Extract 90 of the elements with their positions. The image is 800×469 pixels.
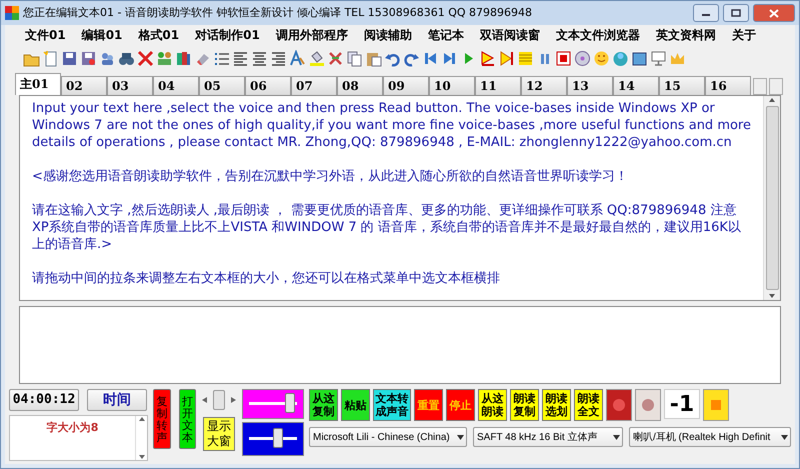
paint-bucket-icon[interactable] xyxy=(308,50,325,66)
menu-item[interactable]: 关于 xyxy=(724,26,764,44)
books-icon[interactable] xyxy=(175,50,192,66)
play-bar-icon[interactable] xyxy=(498,50,515,66)
speech-button[interactable]: 朗读全文 xyxy=(574,389,603,421)
slider[interactable] xyxy=(242,389,304,419)
dropdown[interactable]: SAFT 48 kHz 16 Bit 立体声 xyxy=(473,427,623,447)
maximize-button[interactable] xyxy=(723,4,749,22)
tab[interactable]: 16 xyxy=(705,76,751,95)
copy-icon[interactable] xyxy=(346,50,363,66)
tab[interactable]: 04 xyxy=(153,76,199,95)
lines-icon[interactable] xyxy=(517,50,534,66)
caret-icon xyxy=(781,434,788,440)
speech-button[interactable]: 朗读复制 xyxy=(510,389,539,421)
horizontal-scrollbar[interactable] xyxy=(202,389,236,411)
tab[interactable]: 08 xyxy=(337,76,383,95)
disc-icon[interactable] xyxy=(574,50,591,66)
new-page-icon[interactable] xyxy=(42,50,59,66)
app-icon xyxy=(5,6,19,20)
picture-icon[interactable] xyxy=(631,50,648,66)
down-arrow-icon[interactable] xyxy=(768,292,776,300)
monitor-icon[interactable] xyxy=(650,50,667,66)
second-text-area[interactable] xyxy=(19,306,781,384)
dropdown[interactable]: 喇叭/耳机 (Realtek High Definit xyxy=(629,427,791,447)
caret-icon xyxy=(613,434,620,440)
left-arrow-icon[interactable] xyxy=(202,397,208,403)
show-big-window-button[interactable]: 显示大窗 xyxy=(203,417,236,451)
menu-item[interactable]: 双语阅读窗 xyxy=(472,26,548,44)
tab[interactable]: 15 xyxy=(659,76,705,95)
align-left-icon[interactable] xyxy=(232,50,249,66)
right-arrow-icon[interactable] xyxy=(231,397,236,403)
font-icon[interactable] xyxy=(289,50,306,66)
menu-item[interactable]: 文件01 xyxy=(17,26,74,44)
vertical-button[interactable]: 打开文本 xyxy=(178,389,196,449)
close-icon xyxy=(769,8,779,18)
menu-item[interactable]: 格式01 xyxy=(130,26,188,44)
time-button[interactable]: 时间 xyxy=(87,389,147,411)
align-right-icon[interactable] xyxy=(270,50,287,66)
play-arrow-icon[interactable] xyxy=(479,50,496,66)
menu-item[interactable]: 笔记本 xyxy=(420,26,472,44)
window-title: 您正在编辑文本01 - 语音朗读助学软件 钟软恒全新设计 倾心编译 TEL 15308968361 QQ 879896948 xyxy=(23,4,534,21)
menu-item[interactable]: 英文资料网 xyxy=(648,26,724,44)
speech-button[interactable]: 从这朗读 xyxy=(478,389,507,421)
tab[interactable]: 10 xyxy=(429,76,475,95)
scrollbar[interactable] xyxy=(763,96,780,300)
speech-button[interactable]: 从这复制 xyxy=(309,389,338,421)
menu-item[interactable]: 阅读辅助 xyxy=(356,26,420,44)
minimize-button[interactable] xyxy=(693,4,719,22)
follow-read-button[interactable] xyxy=(635,389,661,421)
time-display: 04:00:12 xyxy=(9,389,79,411)
menu-item[interactable]: 文本文件浏览器 xyxy=(548,26,648,44)
vertical-button[interactable]: 复制转声 xyxy=(153,389,171,449)
square-icon xyxy=(709,398,723,412)
tab[interactable]: 06 xyxy=(245,76,291,95)
tab[interactable]: 11 xyxy=(475,76,521,95)
up-arrow-icon[interactable] xyxy=(768,96,776,104)
delete-icon[interactable] xyxy=(137,50,154,66)
tab[interactable]: 14 xyxy=(613,76,659,95)
caret-icon xyxy=(457,434,464,440)
group-icon[interactable] xyxy=(156,50,173,66)
menu-item[interactable]: 对话制作01 xyxy=(187,26,268,44)
counter-display: -1 xyxy=(664,389,700,419)
tab[interactable]: 13 xyxy=(567,76,613,95)
align-center-icon[interactable] xyxy=(251,50,268,66)
tab[interactable]: 12 xyxy=(521,76,567,95)
save-icon[interactable] xyxy=(61,50,78,66)
tab[interactable]: 02 xyxy=(61,76,107,95)
circle-icon xyxy=(611,397,627,413)
tab[interactable]: 07 xyxy=(291,76,337,95)
save-as-icon[interactable] xyxy=(80,50,97,66)
stop-icon[interactable] xyxy=(555,50,572,66)
up-arrow-icon[interactable] xyxy=(138,416,145,422)
speech-button[interactable]: 文本转成声音 xyxy=(373,389,411,421)
close-button[interactable] xyxy=(753,4,795,22)
tab[interactable]: 05 xyxy=(199,76,245,95)
speech-button[interactable]: 朗读选划 xyxy=(542,389,571,421)
font-size-box: 字大小为8 xyxy=(9,415,148,461)
down-arrow-icon[interactable] xyxy=(138,454,145,460)
tab[interactable]: 主01 xyxy=(15,73,61,95)
maximize-icon xyxy=(731,9,741,17)
cross-mark-icon[interactable] xyxy=(327,50,344,66)
tab[interactable]: 09 xyxy=(383,76,429,95)
smiley-icon[interactable] xyxy=(593,50,610,66)
menu-item[interactable]: 调用外部程序 xyxy=(268,26,356,44)
dropdown[interactable]: Microsoft Lili - Chinese (China) xyxy=(309,427,467,447)
circle-icon xyxy=(640,397,656,413)
tab[interactable]: 03 xyxy=(107,76,153,95)
speech-button[interactable]: 粘贴 xyxy=(341,389,370,421)
slider[interactable] xyxy=(242,422,304,456)
menu-item[interactable]: 编辑01 xyxy=(74,26,130,44)
